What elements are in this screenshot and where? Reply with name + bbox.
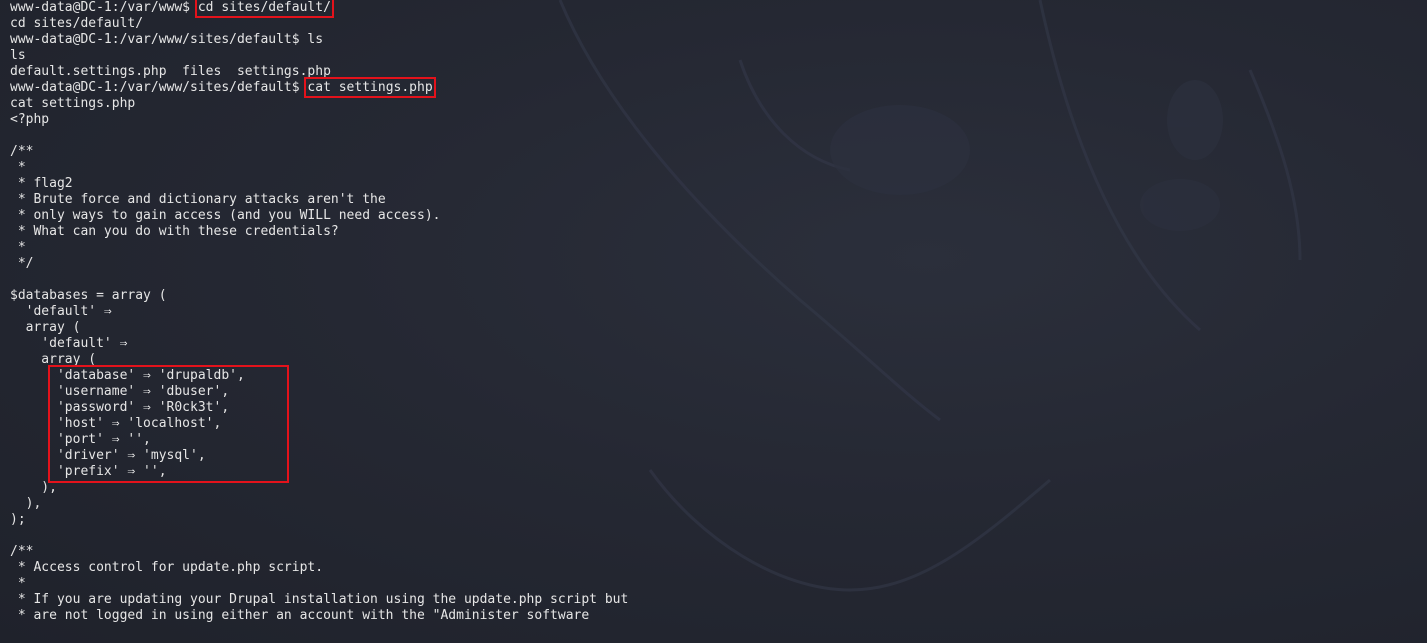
output-line: * <box>10 160 26 175</box>
output-line: 'prefix' ⇒ '', <box>10 464 167 479</box>
output-line: 'password' ⇒ 'R0ck3t', <box>10 400 230 415</box>
prompt-line: www-data@DC-1:/var/www$ cd sites/default… <box>10 0 628 18</box>
output-line: <?php <box>10 112 50 127</box>
output-line: ), <box>10 480 57 495</box>
output-line: /** <box>10 544 34 559</box>
output-line: 'username' ⇒ 'dbuser', <box>10 384 230 399</box>
output-line: ls <box>10 48 26 63</box>
shell-prompt: www-data@DC-1:/var/www/sites/default$ <box>10 80 308 95</box>
prompt-line: www-data@DC-1:/var/www/sites/default$ ls <box>10 32 628 48</box>
output-line: */ <box>10 256 34 271</box>
output-line: * are not logged in using either an acco… <box>10 608 590 623</box>
output-line: $databases = array ( <box>10 288 167 303</box>
output-line: array ( <box>10 320 81 335</box>
output-line: 'driver' ⇒ 'mysql', <box>10 448 206 463</box>
shell-command: cd sites/default/ <box>194 0 334 18</box>
output-line: default.settings.php files settings.php <box>10 64 331 79</box>
prompt-line: www-data@DC-1:/var/www/sites/default$ ca… <box>10 77 628 98</box>
output-line: 'database' ⇒ 'drupaldb', <box>10 368 245 383</box>
output-line: 'default' ⇒ <box>10 336 128 351</box>
shell-command: ls <box>307 32 324 47</box>
output-line: 'default' ⇒ <box>10 304 112 319</box>
terminal-window[interactable]: www-data@DC-1:/var/www$ cd sites/default… <box>0 0 1427 643</box>
output-line: * If you are updating your Drupal instal… <box>10 592 629 607</box>
shell-prompt: www-data@DC-1:/var/www$ <box>10 0 198 15</box>
shell-command: cat settings.php <box>304 77 436 98</box>
output-line: * only ways to gain access (and you WILL… <box>10 208 441 223</box>
output-line: * flag2 <box>10 176 73 191</box>
output-line: * What can you do with these credentials… <box>10 224 339 239</box>
output-line: cat settings.php <box>10 96 136 111</box>
output-line: 'port' ⇒ '', <box>10 432 151 447</box>
output-line: ), <box>10 496 42 511</box>
terminal-output[interactable]: www-data@DC-1:/var/www$ cd sites/default… <box>10 0 628 624</box>
output-line: 'host' ⇒ 'localhost', <box>10 416 222 431</box>
output-line: /** <box>10 144 34 159</box>
output-line: * <box>10 240 26 255</box>
output-line: * <box>10 576 26 591</box>
output-line: array ( <box>10 352 97 367</box>
shell-prompt: www-data@DC-1:/var/www/sites/default$ <box>10 32 308 47</box>
output-line: * Brute force and dictionary attacks are… <box>10 192 386 207</box>
output-line: * Access control for update.php script. <box>10 560 324 575</box>
output-line: cd sites/default/ <box>10 16 144 31</box>
output-line: ); <box>10 512 26 527</box>
